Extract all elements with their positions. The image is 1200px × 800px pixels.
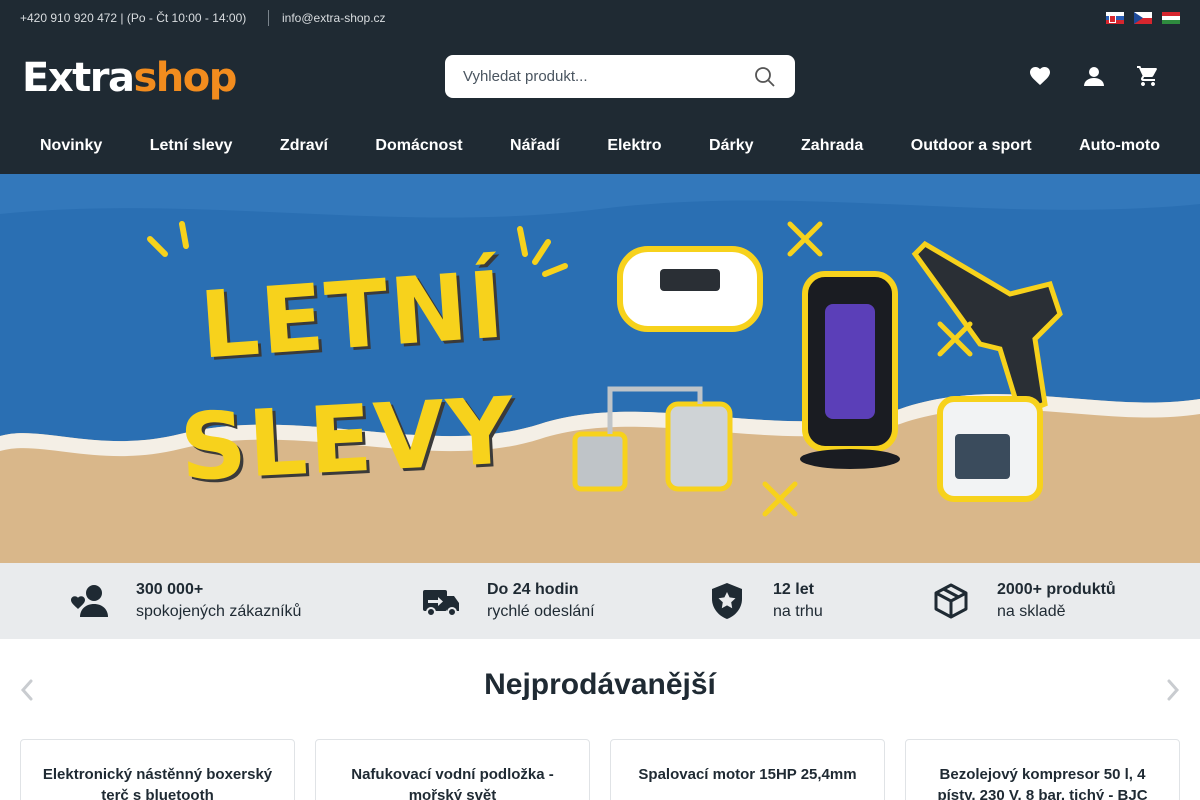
hero-title-line-2: SLEVY	[177, 377, 519, 502]
benefit-subtitle: na skladě	[997, 603, 1066, 620]
contact-email[interactable]: info@extra-shop.cz	[282, 11, 386, 25]
product-name[interactable]: Spalovací motor 15HP 25,4mm	[625, 764, 870, 785]
nav-item-domacnost[interactable]: Domácnost	[375, 137, 462, 155]
logo-part-1: E	[22, 55, 49, 101]
hero-title-line-1: LETNÍ	[196, 251, 509, 380]
nav-item-novinky[interactable]: Novinky	[40, 137, 102, 155]
search-input[interactable]	[463, 65, 743, 87]
logo[interactable]: Extrashop	[22, 54, 237, 102]
nav-item-elektro[interactable]: Elektro	[607, 137, 661, 155]
product-card[interactable]: Elektronický nástěnný boxerský terč s bl…	[20, 739, 295, 800]
product-card[interactable]: Spalovací motor 15HP 25,4mm	[610, 739, 885, 800]
carousel-next-button[interactable]	[1166, 678, 1180, 702]
top-bar: +420 910 920 472 | (Po - Čt 10:00 - 14:0…	[0, 0, 1200, 36]
benefit-shipping: Do 24 hodin rychlé odeslání	[421, 579, 595, 623]
nav-item-auto-moto[interactable]: Auto-moto	[1079, 137, 1160, 155]
section-title: Nejprodávanější	[484, 668, 716, 701]
flag-hu-icon[interactable]	[1162, 12, 1180, 24]
product-card[interactable]: Nafukovací vodní podložka - mořský svět	[315, 739, 590, 800]
benefit-title: 12 let	[773, 581, 814, 598]
divider	[268, 10, 269, 26]
hero-banner[interactable]: LETNÍ SLEVY	[0, 174, 1200, 563]
benefit-subtitle: rychlé odeslání	[487, 603, 595, 620]
cart-icon[interactable]	[1136, 64, 1160, 88]
nav-item-naradi[interactable]: Nářadí	[510, 137, 560, 155]
flag-cz-icon[interactable]	[1134, 12, 1152, 24]
language-switcher	[1106, 12, 1180, 24]
main-nav: Novinky Letní slevy Zdraví Domácnost Nář…	[0, 118, 1200, 174]
logo-part-3: shop	[133, 55, 237, 101]
benefits-bar: 300 000+ spokojených zákazníků Do 24 hod…	[0, 563, 1200, 639]
benefit-title: Do 24 hodin	[487, 581, 579, 598]
search-box	[445, 55, 795, 98]
heart-icon[interactable]	[1028, 64, 1052, 88]
benefit-years: 12 let na trhu	[707, 579, 823, 623]
contact-phone[interactable]: +420 910 920 472 | (Po - Čt 10:00 - 14:0…	[20, 11, 246, 25]
nav-item-outdoor[interactable]: Outdoor a sport	[911, 137, 1032, 155]
user-heart-icon	[71, 585, 108, 617]
logo-part-2: xtra	[47, 55, 135, 101]
box-icon	[934, 583, 968, 619]
benefit-subtitle: na trhu	[773, 603, 823, 620]
header-actions	[1028, 64, 1160, 88]
benefit-products: 2000+ produktů na skladě	[931, 579, 1116, 623]
benefit-title: 300 000+	[136, 581, 204, 598]
benefit-customers: 300 000+ spokojených zákazníků	[70, 579, 301, 623]
product-card[interactable]: Bezolejový kompresor 50 l, 4 písty, 230 …	[905, 739, 1180, 800]
site-header: Extrashop	[0, 36, 1200, 118]
nav-item-zdravi[interactable]: Zdraví	[280, 137, 328, 155]
benefit-title: 2000+ produktů	[997, 581, 1116, 598]
carousel-prev-button[interactable]	[20, 678, 34, 702]
benefit-subtitle: spokojených zákazníků	[136, 603, 302, 620]
nav-item-zahrada[interactable]: Zahrada	[801, 137, 863, 155]
product-name[interactable]: Bezolejový kompresor 50 l, 4 písty, 230 …	[920, 764, 1165, 800]
nav-item-letni-slevy[interactable]: Letní slevy	[150, 137, 233, 155]
user-icon[interactable]	[1082, 64, 1106, 88]
flag-sk-icon[interactable]	[1106, 12, 1124, 24]
shield-star-icon	[712, 583, 742, 619]
hero-illustration	[0, 174, 1200, 517]
truck-icon	[423, 590, 459, 617]
nav-item-darky[interactable]: Dárky	[709, 137, 753, 155]
search-icon[interactable]	[753, 65, 777, 89]
product-name[interactable]: Elektronický nástěnný boxerský terč s bl…	[35, 764, 280, 800]
product-name[interactable]: Nafukovací vodní podložka - mořský svět	[330, 764, 575, 800]
